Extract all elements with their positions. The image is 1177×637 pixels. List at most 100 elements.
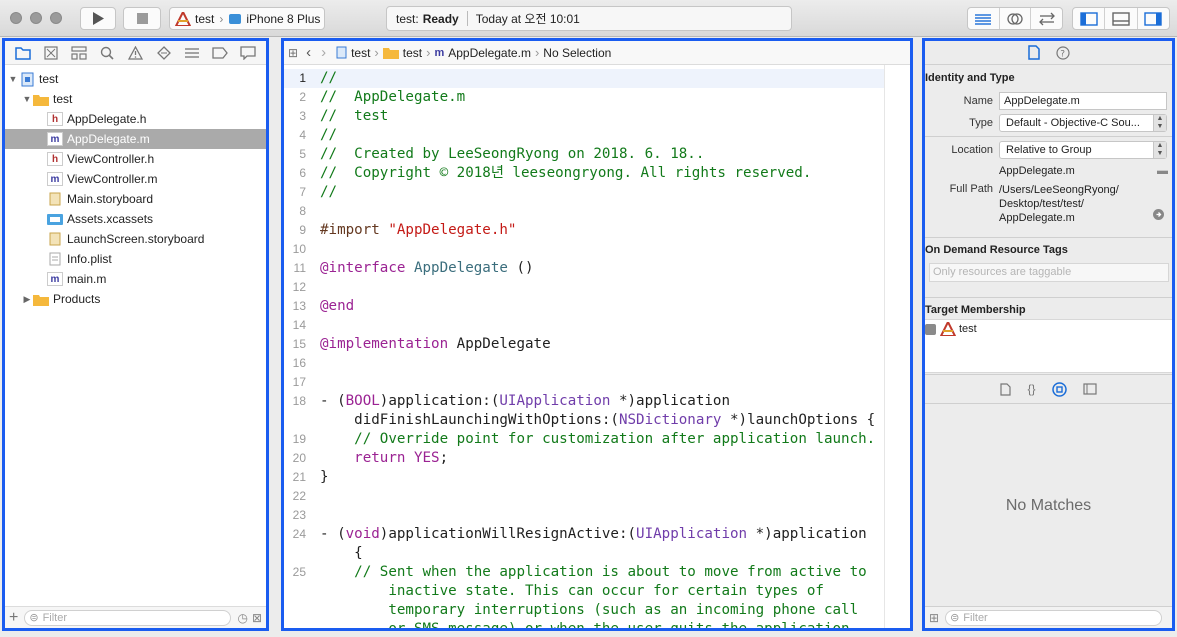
standard-editor-button[interactable]	[968, 8, 1000, 29]
code-line: 23	[284, 506, 910, 525]
name-field[interactable]: AppDelegate.m	[999, 92, 1167, 110]
back-arrow-icon[interactable]: ‹	[306, 44, 311, 61]
svg-text:?: ?	[1060, 49, 1065, 59]
close-window-button[interactable]	[10, 12, 22, 24]
filter-icon: ⊜	[950, 612, 960, 624]
tree-row-file[interactable]: LaunchScreen.storyboard	[5, 229, 266, 249]
tree-item-label: ViewController.h	[67, 152, 155, 166]
tree-row-folder[interactable]: ▼ test	[5, 89, 266, 109]
code-snippet-icon[interactable]: {}	[1027, 382, 1035, 396]
forward-arrow-icon[interactable]: ›	[321, 44, 326, 61]
library-filter-input[interactable]: ⊜ Filter	[945, 609, 1162, 626]
checkbox[interactable]	[925, 323, 936, 335]
code-line: or SMS message) or when the user quits t…	[284, 620, 910, 628]
line-number: 24	[292, 527, 306, 541]
file-template-icon[interactable]	[1000, 382, 1012, 396]
line-number: 1	[299, 71, 306, 85]
report-icon[interactable]	[239, 44, 257, 62]
reveal-arrow-icon[interactable]	[1153, 209, 1164, 220]
source-control-filter-icon[interactable]: ⊠	[252, 611, 262, 625]
type-select[interactable]: Default - Objective-C Sou... ▲ ▼	[999, 114, 1167, 132]
activity-status: Ready	[422, 11, 459, 26]
folder-reveal-icon[interactable]: ▬	[1157, 165, 1168, 177]
membership-row[interactable]: test	[925, 320, 1172, 338]
implementation-file-icon: m	[47, 272, 63, 286]
tree-item-label: AppDelegate.m	[67, 132, 150, 146]
tree-row-file[interactable]: h AppDelegate.h	[5, 109, 266, 129]
code-line: 2 // AppDelegate.m	[284, 88, 910, 107]
disclosure-open-icon[interactable]: ▼	[21, 94, 33, 104]
code-line: 14	[284, 316, 910, 335]
location-file: AppDelegate.m	[999, 165, 1075, 177]
toggle-navigator-button[interactable]	[1073, 8, 1106, 29]
activity-time: Today at 오전 10:01	[475, 12, 580, 26]
app-target-icon	[940, 322, 956, 336]
chevron-right-icon: ›	[534, 45, 540, 60]
toolbar: test › iPhone 8 Plus test: Ready Today a…	[0, 0, 1177, 37]
tree-row-project[interactable]: ▼ test	[5, 69, 266, 89]
odr-tags-field[interactable]: Only resources are taggable	[929, 263, 1169, 282]
line-number: 16	[292, 356, 306, 370]
recent-files-icon[interactable]: ◷	[237, 611, 247, 625]
tree-row-file[interactable]: m ViewController.m	[5, 169, 266, 189]
tree-row-file[interactable]: Info.plist	[5, 249, 266, 269]
project-file-icon	[19, 72, 35, 86]
object-library-icon[interactable]	[1051, 381, 1067, 397]
run-button[interactable]	[80, 7, 116, 30]
scheme-selector[interactable]: test › iPhone 8 Plus	[169, 7, 325, 30]
related-items-icon[interactable]: ⊞	[288, 46, 298, 60]
minimize-window-button[interactable]	[30, 12, 42, 24]
stop-icon	[136, 13, 148, 24]
find-icon[interactable]	[98, 44, 116, 62]
version-editor-button[interactable]	[1031, 8, 1062, 29]
full-path-label: Full Path	[949, 183, 993, 195]
toggle-inspector-button[interactable]	[1138, 8, 1169, 29]
line-number: 17	[292, 375, 306, 389]
jump-symbol[interactable]: No Selection	[543, 46, 611, 60]
jump-group[interactable]: test	[403, 46, 422, 60]
quick-help-icon[interactable]: ?	[1055, 45, 1070, 60]
line-number: 9	[299, 223, 306, 237]
file-inspector-icon[interactable]	[1027, 45, 1040, 60]
stop-button[interactable]	[123, 7, 161, 30]
source-control-icon[interactable]	[42, 44, 60, 62]
asset-catalog-icon	[47, 212, 63, 226]
media-library-icon[interactable]	[1082, 383, 1097, 395]
code-text: // Created by LeeSeongRyong on 2018. 6. …	[320, 146, 705, 162]
panel-toggle-control	[1072, 7, 1170, 30]
tree-item-label: Info.plist	[67, 252, 112, 266]
tree-row-folder[interactable]: ▶ Products	[5, 289, 266, 309]
tree-row-file[interactable]: Main.storyboard	[5, 189, 266, 209]
divider	[925, 297, 1172, 298]
code-line: 11 @interface AppDelegate ()	[284, 259, 910, 278]
disclosure-closed-icon[interactable]: ▶	[21, 294, 33, 305]
library-tab-bar: {}	[925, 374, 1172, 404]
debug-icon[interactable]	[183, 44, 201, 62]
project-navigator-icon[interactable]	[14, 44, 32, 62]
code-line: 7 //	[284, 183, 910, 202]
tree-row-file[interactable]: h ViewController.h	[5, 149, 266, 169]
jump-file[interactable]: AppDelegate.m	[448, 46, 531, 60]
toggle-debug-area-button[interactable]	[1105, 8, 1138, 29]
jump-project[interactable]: test	[351, 46, 370, 60]
zoom-window-button[interactable]	[50, 12, 62, 24]
navigator-filter-input[interactable]: ⊜ Filter	[24, 609, 232, 626]
breakpoint-icon[interactable]	[211, 44, 229, 62]
location-select[interactable]: Relative to Group ▲ ▼	[999, 141, 1167, 159]
disclosure-open-icon[interactable]: ▼	[7, 74, 19, 84]
line-number: 12	[292, 280, 306, 294]
add-icon[interactable]: +	[9, 609, 18, 627]
implementation-file-icon: m	[47, 132, 63, 146]
tree-row-file[interactable]: Assets.xcassets	[5, 209, 266, 229]
code-text: // Override point for customization afte…	[320, 431, 876, 447]
test-icon[interactable]	[155, 44, 173, 62]
code-line: 22	[284, 487, 910, 506]
symbol-navigator-icon[interactable]	[70, 44, 88, 62]
issue-icon[interactable]	[126, 44, 144, 62]
line-number: 25	[292, 565, 306, 579]
grid-view-icon[interactable]: ⊞	[929, 611, 939, 625]
tree-row-file-selected[interactable]: m AppDelegate.m	[5, 129, 266, 149]
assistant-editor-button[interactable]	[1000, 8, 1032, 29]
code-line: 9 #import "AppDelegate.h"	[284, 221, 910, 240]
tree-row-file[interactable]: m main.m	[5, 269, 266, 289]
